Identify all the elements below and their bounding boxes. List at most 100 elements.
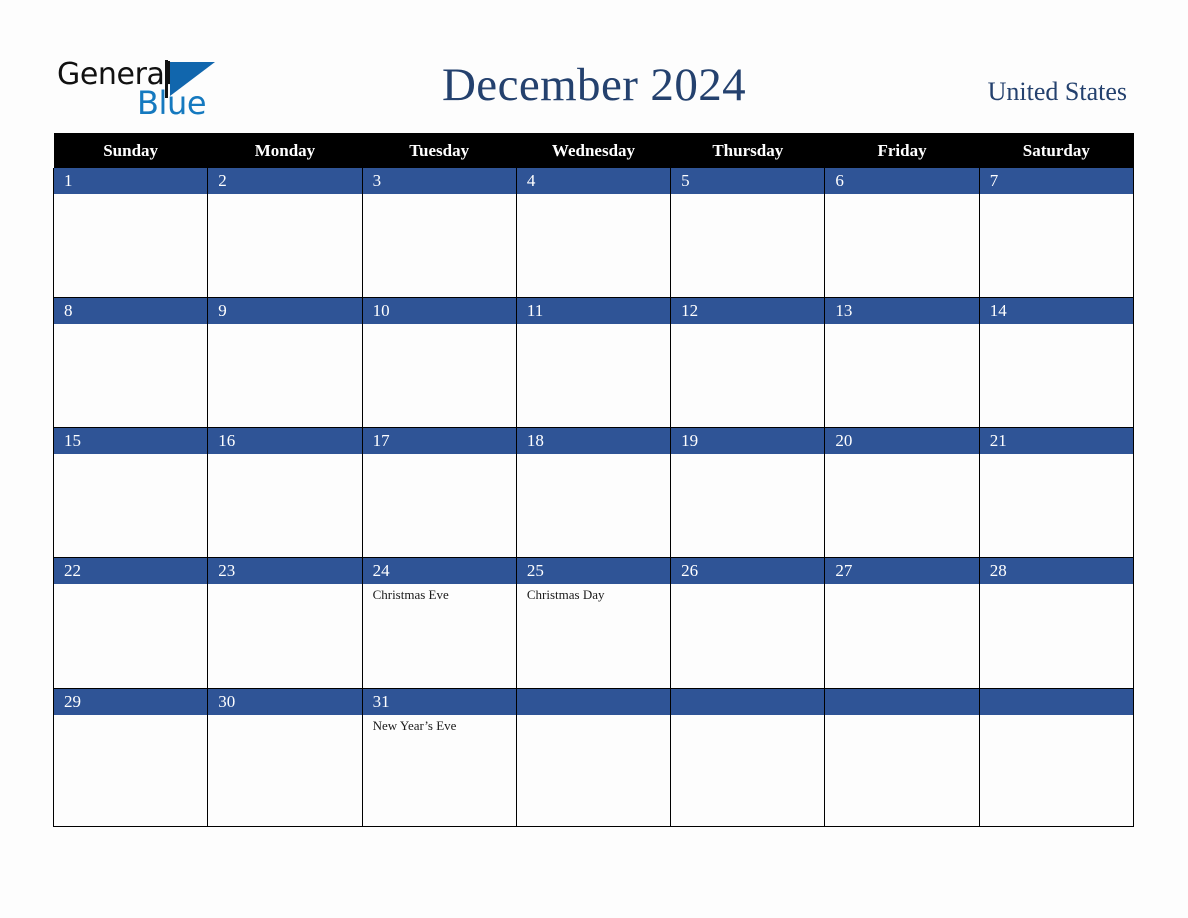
day-events [980, 454, 1133, 456]
weekday-header-sunday: Sunday [53, 133, 208, 168]
calendar-day-cell[interactable]: 14 [978, 297, 1135, 428]
calendar-day-cell[interactable]: 23 [207, 557, 363, 689]
day-events [671, 324, 824, 326]
calendar-day-cell[interactable]: 6 [824, 168, 980, 298]
calendar-day-cell[interactable]: 27 [824, 557, 980, 689]
weekday-header-thursday: Thursday [670, 133, 825, 168]
calendar-day-cell[interactable]: 13 [824, 297, 980, 428]
calendar-day-cell[interactable]: 25 Christmas Day [515, 557, 672, 689]
day-events [54, 715, 207, 717]
calendar-day-cell[interactable]: 8 [52, 297, 209, 428]
calendar-day-cell[interactable]: 21 [978, 427, 1135, 558]
calendar-day-cell[interactable]: 9 [207, 297, 363, 428]
day-number: 1 [54, 168, 208, 194]
day-event-label: New Year’s Eve [372, 718, 457, 733]
calendar-day-cell[interactable]: 1 [52, 168, 209, 298]
calendar-day-cell[interactable]: 4 [515, 168, 672, 298]
calendar-day-cell[interactable]: 7 [978, 168, 1135, 298]
day-events: Christmas Day [517, 584, 670, 603]
day-number [825, 689, 979, 715]
calendar-body: 1 2 3 4 5 6 7 8 9 10 11 12 13 14 15 16 17 18 19 20 21 22 23 24 C… [52, 168, 1135, 827]
calendar-week-row: 22 23 24 Christmas Eve 25 Christmas Day 26 27 28 [52, 557, 1135, 689]
day-events [671, 584, 824, 586]
day-number: 30 [208, 689, 362, 715]
day-event-label: Christmas Eve [372, 587, 449, 602]
calendar-day-cell[interactable] [824, 688, 980, 827]
calendar-day-cell[interactable]: 10 [361, 297, 517, 428]
weekday-header-saturday: Saturday [979, 133, 1134, 168]
calendar-day-cell[interactable]: 18 [515, 427, 672, 558]
day-number: 18 [516, 428, 671, 454]
day-number: 4 [516, 168, 671, 194]
day-event-label: Christmas Day [526, 587, 605, 602]
day-events [54, 584, 207, 586]
calendar-day-cell[interactable]: 2 [207, 168, 363, 298]
calendar-day-cell[interactable]: 22 [52, 557, 209, 689]
calendar-day-cell[interactable] [515, 688, 672, 827]
day-number: 12 [671, 298, 825, 324]
day-events [825, 584, 978, 586]
day-events [980, 715, 1133, 717]
calendar-day-cell[interactable]: 12 [670, 297, 826, 428]
day-events [208, 454, 361, 456]
day-events [363, 194, 516, 196]
calendar-day-cell[interactable]: 17 [361, 427, 517, 558]
day-events [208, 324, 361, 326]
day-events [208, 715, 361, 717]
day-number: 15 [54, 428, 208, 454]
day-number [671, 689, 825, 715]
day-events [363, 454, 516, 456]
calendar-day-cell[interactable]: 11 [515, 297, 672, 428]
day-events [671, 715, 824, 717]
day-number: 26 [671, 558, 825, 584]
calendar-day-cell[interactable]: 20 [824, 427, 980, 558]
day-events [825, 715, 978, 717]
weekday-header-monday: Monday [207, 133, 363, 168]
calendar-week-row: 8 9 10 11 12 13 14 [52, 297, 1135, 428]
calendar-day-cell[interactable] [978, 688, 1135, 827]
day-number: 10 [362, 298, 516, 324]
day-number: 31 [362, 689, 516, 715]
calendar-day-cell[interactable]: 15 [52, 427, 209, 558]
calendar-page: General Blue December 2024 United States… [0, 0, 1188, 918]
calendar-week-row: 1234567 [52, 168, 1135, 298]
day-number: 5 [671, 168, 825, 194]
day-number: 17 [362, 428, 516, 454]
country-label: United States [987, 77, 1127, 106]
calendar-day-cell[interactable]: 26 [670, 557, 826, 689]
calendar-day-cell[interactable]: 29 [52, 688, 209, 827]
day-number: 22 [54, 558, 208, 584]
day-events [671, 454, 824, 456]
weekday-header-wednesday: Wednesday [516, 133, 671, 168]
day-number [516, 689, 671, 715]
page-header: General Blue December 2024 United States [0, 0, 1188, 133]
calendar-week-row: 15 16 17 18 19 20 21 [52, 427, 1135, 558]
day-number: 29 [54, 689, 208, 715]
day-events [54, 324, 207, 326]
day-events [54, 454, 207, 456]
calendar-day-cell[interactable]: 28 [978, 557, 1135, 689]
calendar-day-cell[interactable]: 31 New Year’s Eve [361, 688, 517, 827]
day-events [517, 324, 670, 326]
calendar-day-cell[interactable]: 30 [207, 688, 363, 827]
calendar-day-cell[interactable] [670, 688, 826, 827]
day-events: New Year’s Eve [363, 715, 516, 734]
day-events [671, 194, 824, 196]
day-events [517, 194, 670, 196]
calendar-day-cell[interactable]: 16 [207, 427, 363, 558]
calendar-grid: Sunday Monday Tuesday Wednesday Thursday… [52, 133, 1135, 827]
day-number: 23 [208, 558, 362, 584]
day-events [208, 194, 361, 196]
day-number: 7 [979, 168, 1133, 194]
day-number: 27 [825, 558, 979, 584]
day-events [980, 584, 1133, 586]
day-events [980, 194, 1133, 196]
day-number: 25 [516, 558, 671, 584]
calendar-day-cell[interactable]: 3 [361, 168, 517, 298]
day-events [517, 715, 670, 717]
weekday-header-friday: Friday [824, 133, 980, 168]
calendar-day-cell[interactable]: 19 [670, 427, 826, 558]
day-number: 16 [208, 428, 362, 454]
calendar-day-cell[interactable]: 5 [670, 168, 826, 298]
calendar-day-cell[interactable]: 24 Christmas Eve [361, 557, 517, 689]
